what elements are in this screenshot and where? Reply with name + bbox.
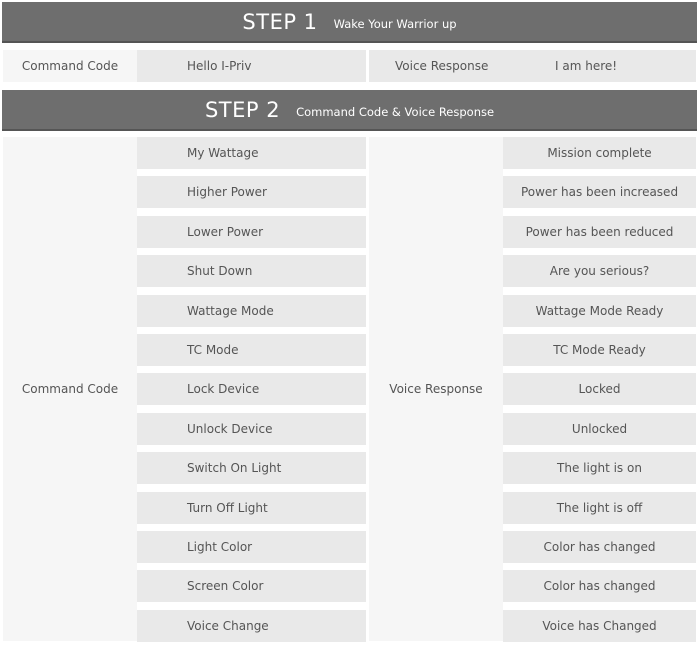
voice-response-cell: Unlocked (503, 413, 696, 445)
voice-response-cell: Power has been increased (503, 176, 696, 208)
voice-response-cell: Locked (503, 373, 696, 405)
command-code-cell: Voice Change (137, 610, 366, 642)
voice-response-cell: Color has changed (503, 570, 696, 602)
voice-response-cell: Power has been reduced (503, 216, 696, 248)
voice-response-cell: Voice has Changed (503, 610, 696, 642)
command-code-cell: Shut Down (137, 255, 366, 287)
step1-voice-cell: Voice Response I am here! (369, 50, 696, 82)
step2-title: STEP 2 (204, 97, 281, 122)
step1-subtitle: Wake Your Warrior up (333, 16, 457, 31)
step2-command-label: Command Code (3, 137, 137, 641)
command-code-cell: My Wattage (137, 137, 366, 169)
step2-voice-label: Voice Response (369, 137, 503, 641)
command-code-cell: Lower Power (137, 216, 366, 248)
command-code-cell: Unlock Device (137, 413, 366, 445)
voice-response-cell: TC Mode Ready (503, 334, 696, 366)
step1-voice-label: Voice Response (395, 59, 489, 73)
step1-header: STEP 1 Wake Your Warrior up (2, 2, 697, 43)
command-code-cell: Lock Device (137, 373, 366, 405)
step2-subtitle: Command Code & Voice Response (296, 104, 495, 119)
voice-response-cell: Color has changed (503, 531, 696, 563)
step1-title: STEP 1 (242, 9, 318, 34)
voice-response-cell: Mission complete (503, 137, 696, 169)
step2-header: STEP 2 Command Code & Voice Response (2, 90, 697, 131)
voice-response-cell: Wattage Mode Ready (503, 295, 696, 327)
command-code-cell: Screen Color (137, 570, 366, 602)
command-code-cell: Wattage Mode (137, 295, 366, 327)
command-code-cell: Higher Power (137, 176, 366, 208)
command-code-cell: Switch On Light (137, 452, 366, 484)
voice-response-cell: The light is off (503, 492, 696, 524)
step1-command-value: Hello I-Priv (137, 50, 366, 82)
command-code-cell: TC Mode (137, 334, 366, 366)
step1-command-label: Command Code (3, 50, 137, 82)
command-code-cell: Turn Off Light (137, 492, 366, 524)
step1-voice-value: I am here! (555, 59, 618, 73)
voice-response-cell: The light is on (503, 452, 696, 484)
command-code-cell: Light Color (137, 531, 366, 563)
voice-response-cell: Are you serious? (503, 255, 696, 287)
